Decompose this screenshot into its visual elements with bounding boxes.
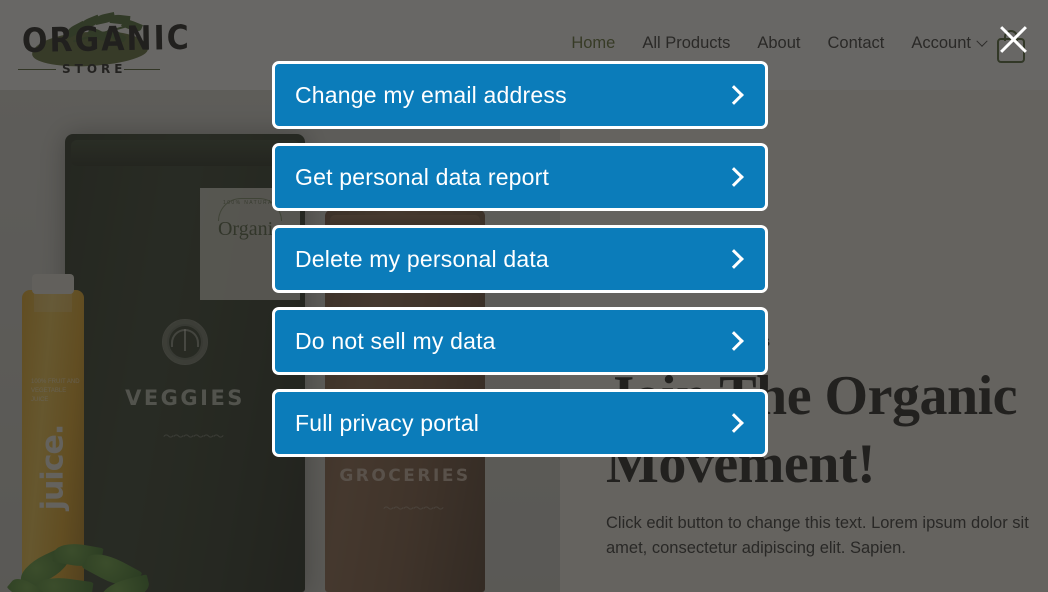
change-email-button[interactable]: Change my email address — [272, 61, 768, 129]
do-not-sell-my-data-button[interactable]: Do not sell my data — [272, 307, 768, 375]
change-email-label: Change my email address — [295, 81, 567, 108]
personal-data-report-button[interactable]: Get personal data report — [272, 143, 768, 211]
full-privacy-portal-label: Full privacy portal — [295, 409, 480, 436]
chevron-right-icon — [724, 249, 744, 269]
chevron-right-icon — [724, 167, 744, 187]
privacy-options-panel: Change my email address Get personal dat… — [272, 61, 768, 471]
chevron-right-icon — [724, 331, 744, 351]
chevron-right-icon — [724, 85, 744, 105]
delete-personal-data-button[interactable]: Delete my personal data — [272, 225, 768, 293]
page-root: ORGANIC STORE Home All Products About Co… — [0, 0, 1048, 592]
do-not-sell-my-data-label: Do not sell my data — [295, 327, 496, 354]
close-icon[interactable] — [993, 19, 1033, 59]
delete-personal-data-label: Delete my personal data — [295, 245, 549, 272]
personal-data-report-label: Get personal data report — [295, 163, 550, 190]
full-privacy-portal-button[interactable]: Full privacy portal — [272, 389, 768, 457]
chevron-right-icon — [724, 413, 744, 433]
